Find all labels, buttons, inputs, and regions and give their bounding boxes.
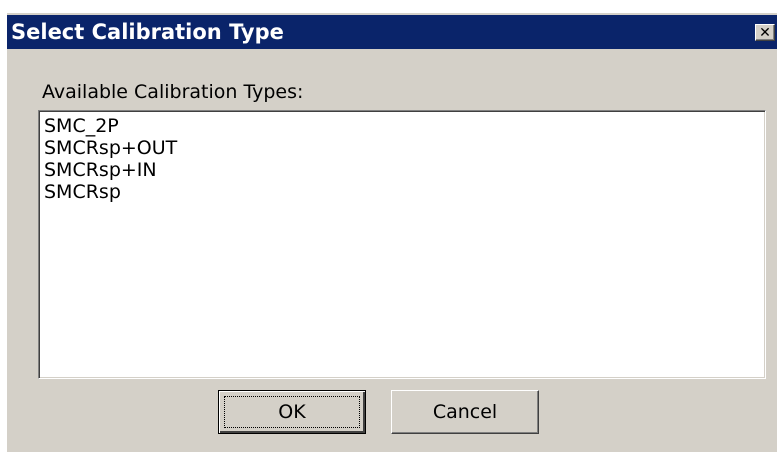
list-item-smcrsp-out[interactable]: SMCRsp+OUT [44,137,765,159]
cancel-button[interactable]: Cancel [391,390,539,434]
calibration-dialog: Select Calibration Type ✕ Available Cali… [6,12,777,452]
title-bar[interactable]: Select Calibration Type ✕ [7,15,777,49]
list-item-smc-2p[interactable]: SMC_2P [44,115,765,137]
list-item-smcrsp[interactable]: SMCRsp [44,181,765,203]
close-button[interactable]: ✕ [755,24,775,41]
close-icon: ✕ [759,24,771,41]
focus-rectangle [224,396,360,428]
available-types-label: Available Calibration Types: [42,81,304,103]
cancel-button-label: Cancel [432,401,498,423]
window-title: Select Calibration Type [11,20,284,44]
list-item-smcrsp-in[interactable]: SMCRsp+IN [44,159,765,181]
ok-button[interactable]: OK [218,390,366,434]
calibration-types-listbox[interactable]: SMC_2P SMCRsp+OUT SMCRsp+IN SMCRsp [38,110,766,379]
